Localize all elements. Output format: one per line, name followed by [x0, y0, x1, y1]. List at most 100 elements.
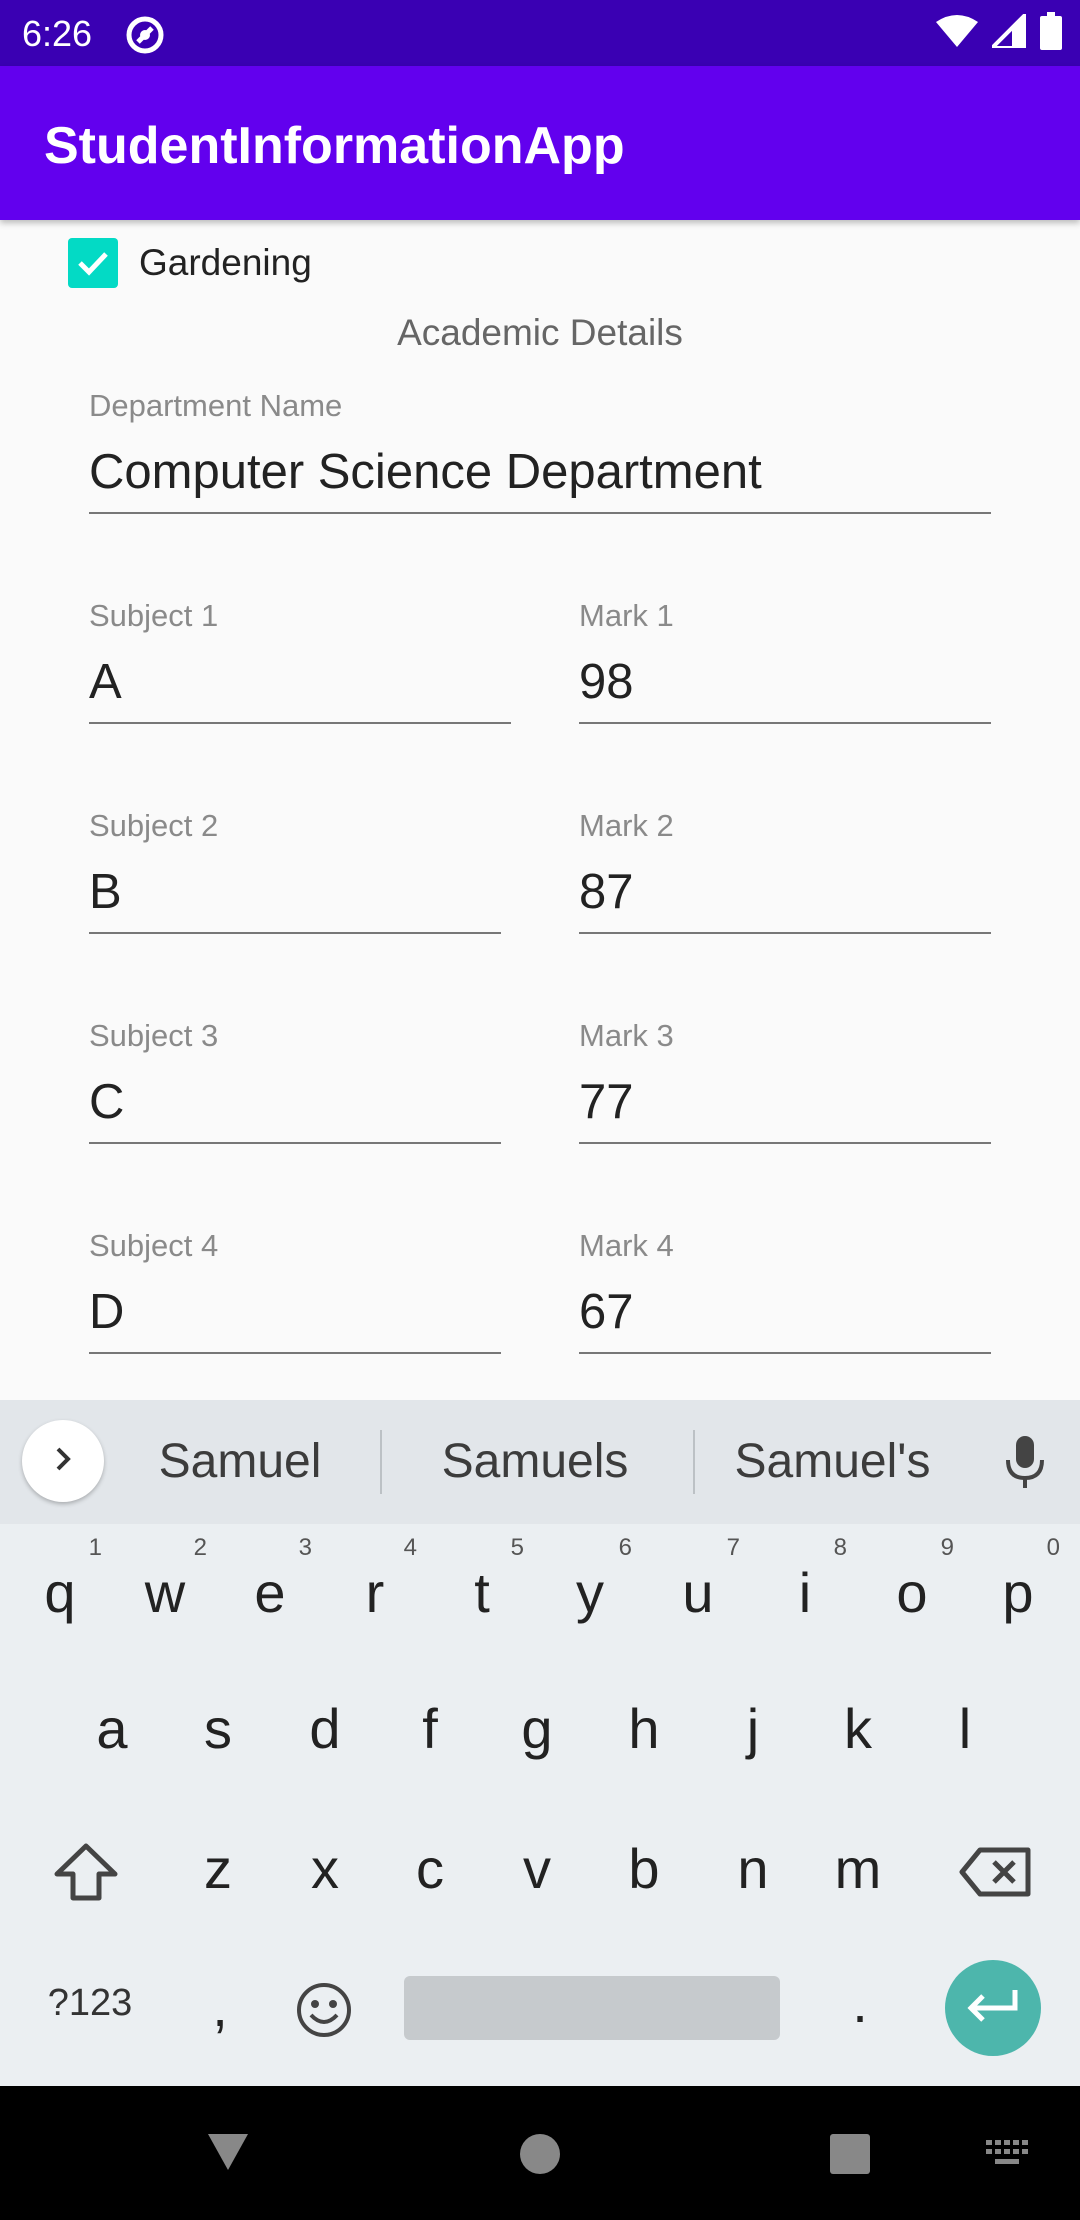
back-icon[interactable]	[206, 2132, 250, 2177]
status-icons	[936, 8, 1062, 55]
key-j[interactable]: j	[723, 1696, 783, 1761]
mark-2-field[interactable]: Mark 2 87	[579, 808, 991, 934]
field-underline	[89, 1352, 501, 1354]
key-y[interactable]: y6	[560, 1534, 632, 1625]
subject-2-field[interactable]: Subject 2 B	[89, 808, 501, 934]
key-q[interactable]: q1	[30, 1534, 102, 1625]
subject-2-label: Subject 2	[89, 808, 219, 843]
field-underline	[579, 932, 991, 934]
mark-2-label: Mark 2	[579, 808, 674, 843]
mark-4-input[interactable]: 67	[579, 1284, 991, 1340]
subject-1-field[interactable]: Subject 1 A	[89, 598, 511, 724]
key-hint: 4	[403, 1534, 417, 1561]
key-b[interactable]: b	[614, 1836, 674, 1901]
battery-icon	[1040, 11, 1062, 55]
key-c[interactable]: c	[400, 1836, 460, 1901]
recents-icon[interactable]	[828, 2132, 872, 2181]
period-key[interactable]: .	[840, 1970, 880, 2035]
enter-icon	[965, 1986, 1021, 2031]
suggestion-divider	[380, 1430, 382, 1494]
subject-4-label: Subject 4	[89, 1228, 219, 1263]
key-hint: 7	[726, 1534, 740, 1561]
key-hint: 6	[618, 1534, 632, 1561]
app-bar: StudentInformationApp	[0, 66, 1080, 220]
key-v[interactable]: v	[507, 1836, 567, 1901]
key-label: p	[1002, 1561, 1034, 1624]
mark-1-field[interactable]: Mark 1 98	[579, 598, 991, 724]
mark-2-input[interactable]: 87	[579, 864, 991, 920]
key-i[interactable]: i8	[775, 1534, 847, 1625]
subject-4-field[interactable]: Subject 4 D	[89, 1228, 501, 1354]
key-hint: 8	[833, 1534, 847, 1561]
key-r[interactable]: r4	[345, 1534, 417, 1625]
mark-1-input[interactable]: 98	[579, 654, 991, 710]
suggestion-item[interactable]: Samuel's	[720, 1434, 945, 1489]
key-s[interactable]: s	[188, 1696, 248, 1761]
shift-key[interactable]	[50, 1838, 122, 1910]
hobby-checkbox-gardening[interactable]: Gardening	[68, 238, 312, 288]
department-name-label: Department Name	[89, 388, 343, 423]
expand-suggestions-button[interactable]	[22, 1420, 104, 1502]
key-hint: 5	[510, 1534, 524, 1561]
key-label: o	[896, 1561, 928, 1624]
keyboard-switch-icon[interactable]	[984, 2138, 1030, 2173]
suggestion-item[interactable]: Samuel	[140, 1434, 340, 1489]
mark-3-field[interactable]: Mark 3 77	[579, 1018, 991, 1144]
key-p[interactable]: p0	[988, 1534, 1060, 1625]
key-hint: 9	[940, 1534, 954, 1561]
key-w[interactable]: w2	[135, 1534, 207, 1625]
home-icon[interactable]	[518, 2132, 562, 2181]
key-k[interactable]: k	[828, 1696, 888, 1761]
mark-3-input[interactable]: 77	[579, 1074, 991, 1130]
enter-key[interactable]	[945, 1960, 1041, 2056]
department-name-field[interactable]: Department Name Computer Science Departm…	[89, 388, 991, 514]
space-bar[interactable]	[404, 1976, 780, 2040]
backspace-key[interactable]	[950, 1838, 1040, 1910]
mark-3-label: Mark 3	[579, 1018, 674, 1053]
key-hint: 2	[193, 1534, 207, 1561]
emoji-key[interactable]	[292, 1980, 356, 2044]
subject-4-input[interactable]: D	[89, 1284, 501, 1340]
symbols-key[interactable]: ?123	[30, 1982, 150, 2025]
mark-1-label: Mark 1	[579, 598, 674, 633]
subject-1-input[interactable]: A	[89, 654, 511, 710]
key-u[interactable]: u7	[668, 1534, 740, 1625]
app-title: StudentInformationApp	[44, 117, 625, 175]
status-bar: 6:26	[0, 0, 1080, 66]
field-underline	[89, 512, 991, 514]
shift-icon	[53, 1842, 119, 1907]
key-z[interactable]: z	[188, 1836, 248, 1901]
emoji-icon	[295, 1981, 353, 2044]
mark-4-field[interactable]: Mark 4 67	[579, 1228, 991, 1354]
key-g[interactable]: g	[507, 1696, 567, 1761]
checkbox-checked-icon[interactable]	[68, 238, 118, 288]
checkbox-label: Gardening	[139, 242, 312, 283]
suggestion-item[interactable]: Samuels	[420, 1434, 650, 1489]
key-m[interactable]: m	[828, 1836, 888, 1901]
comma-key[interactable]: ,	[200, 1974, 240, 2039]
key-d[interactable]: d	[295, 1696, 355, 1761]
microphone-icon[interactable]	[1000, 1434, 1050, 1495]
status-time: 6:26	[22, 13, 93, 54]
subject-3-input[interactable]: C	[89, 1074, 501, 1130]
field-underline	[89, 1142, 501, 1144]
department-name-input[interactable]: Computer Science Department	[89, 444, 991, 500]
subject-1-label: Subject 1	[89, 598, 219, 633]
key-label: e	[254, 1561, 286, 1624]
key-n[interactable]: n	[723, 1836, 783, 1901]
key-t[interactable]: t5	[452, 1534, 524, 1625]
subject-3-field[interactable]: Subject 3 C	[89, 1018, 501, 1144]
form-content[interactable]: Gardening Academic Details Department Na…	[0, 220, 1080, 1400]
key-o[interactable]: o9	[882, 1534, 954, 1625]
key-a[interactable]: a	[82, 1696, 142, 1761]
key-f[interactable]: f	[400, 1696, 460, 1761]
key-e[interactable]: e3	[240, 1534, 312, 1625]
field-underline	[579, 1352, 991, 1354]
notification-icon	[124, 14, 166, 61]
subject-2-input[interactable]: B	[89, 864, 501, 920]
key-label: y	[576, 1561, 604, 1624]
key-label: i	[798, 1561, 812, 1624]
key-x[interactable]: x	[295, 1836, 355, 1901]
key-h[interactable]: h	[614, 1696, 674, 1761]
key-l[interactable]: l	[935, 1696, 995, 1761]
